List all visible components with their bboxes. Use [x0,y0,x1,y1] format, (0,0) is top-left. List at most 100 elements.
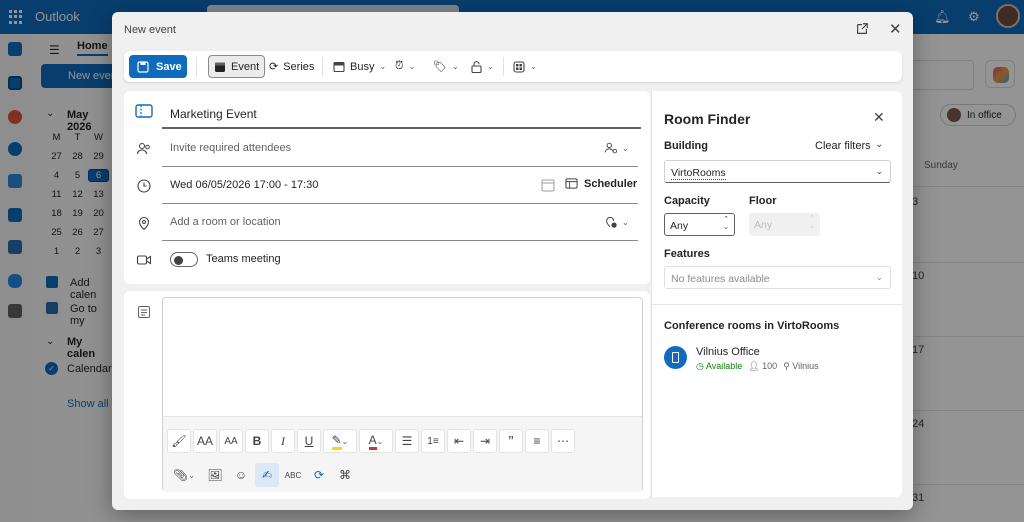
chevron-down-icon: ⌄ [622,217,629,227]
series-label: Series [283,60,315,73]
bullets-icon[interactable]: ☰ [395,429,419,453]
room-finder-button[interactable]: ⌄ [604,215,629,229]
emoji-icon[interactable]: ☺ [229,463,253,487]
insights-icon[interactable]: ⌘ [333,463,357,487]
attendees-input[interactable]: Invite required attendees [170,142,291,154]
increase-indent-icon[interactable]: ⇥ [473,429,497,453]
event-button[interactable]: Event [208,55,266,78]
save-icon [137,60,149,73]
teams-row: Teams meeting [124,241,650,278]
bold-icon[interactable]: B [245,429,269,453]
datetime-row: Wed 06/05/2026 17:00 - 17:30 Scheduler [124,167,650,204]
datetime-picker[interactable]: Wed 06/05/2026 17:00 - 17:30 [170,179,318,191]
scheduler-button[interactable]: Scheduler [565,177,637,190]
align-icon[interactable]: ≡ [525,429,549,453]
divider [196,57,197,76]
attach-icon[interactable]: 📎︎ ⌄ [167,463,201,487]
building-value: VirtoRooms [671,167,726,180]
font-icon[interactable]: A͏A [193,429,217,453]
show-as-icon [333,61,345,72]
ticket-icon [135,104,153,118]
apps-dropdown[interactable]: ⌄ [508,55,542,78]
capacity-stepper[interactable]: Any ⌃ ⌄ [664,213,735,236]
busy-label: Busy [350,60,375,73]
features-placeholder: No features available [671,273,770,285]
categorize-dropdown[interactable]: 🏷︎ ⌄ [428,55,464,78]
spelling-icon[interactable]: ABC [281,463,305,487]
availability-status: ◷ Available [696,361,743,371]
save-label: Save [156,60,182,73]
decrease-indent-icon[interactable]: ⇤ [447,429,471,453]
location-pin-icon [138,216,150,231]
chevron-down-icon[interactable]: ⌄ [875,139,883,150]
people-settings-icon [604,142,618,154]
building-select[interactable]: VirtoRooms ⌄ [664,160,891,183]
building-label: Building [664,140,708,152]
save-button[interactable]: Save [129,55,187,78]
calendar-icon[interactable] [541,178,555,192]
chevron-down-icon: ⌄ [451,62,459,71]
room-list-title: Conference rooms in VirtoRooms [664,320,840,332]
underline-icon[interactable]: U [297,429,321,453]
stepper-arrows-icon: ⌃ ⌄ [809,215,815,230]
teams-meeting-toggle[interactable] [170,252,198,267]
chevron-down-icon: ⌄ [875,272,883,282]
event-toolbar: Save Event ⟳ Series Busy ⌄ ⏰︎ ⌄ 🏷︎ ⌄ ⌄ ⌄ [124,51,902,82]
stepper-arrows-icon[interactable]: ⌃ ⌄ [723,216,729,232]
formatting-toolbar: 🖌︎ A͏A AA B I U ✎ ⌄ A ⌄ ☰ 1≡ ⇤ ⇥ ” ≡ ⋯ 📎… [163,416,642,492]
dialog-title: New event [124,24,176,36]
capacity-value: Any [670,220,689,232]
divider [652,304,903,305]
calendar-event-icon [215,62,225,72]
tag-icon: 🏷︎ [433,61,447,73]
room-finder-title: Room Finder [664,111,751,127]
repeat-icon: ⟳ [269,61,279,73]
reminder-dropdown[interactable]: ⏰︎ ⌄ [390,55,420,78]
series-button[interactable]: ⟳ Series [264,55,319,78]
location-input[interactable]: Add a room or location [170,216,281,228]
event-form: Marketing Event Invite required attendee… [124,91,650,284]
room-location: ⚲ Vilnius [783,361,819,371]
numbering-icon[interactable]: 1≡ [421,429,445,453]
popout-icon[interactable] [855,22,869,36]
more-options-icon[interactable]: ⋯ [551,429,575,453]
image-icon[interactable]: 🖼︎ [203,463,227,487]
room-capacity: 👤︎ 100 [748,361,778,371]
font-color-icon[interactable]: A ⌄ [359,429,393,453]
attendee-options-button[interactable]: ⌄ [604,141,629,155]
highlight-icon[interactable]: ✎ ⌄ [323,429,357,453]
italic-icon[interactable]: I [271,429,295,453]
close-icon[interactable]: ✕ [873,109,885,126]
teams-meeting-label: Teams meeting [206,253,281,265]
chevron-down-icon: ⌄ [530,62,537,71]
format-painter-icon[interactable]: 🖌︎ [167,429,191,453]
room-name: Vilnius Office [696,346,760,358]
floor-stepper: Any ⌃ ⌄ [749,213,820,236]
editor-icon[interactable]: ✍︎ [255,463,279,487]
close-icon[interactable]: ✕ [889,20,902,38]
features-label: Features [664,248,710,260]
sensitivity-dropdown[interactable]: ⌄ [466,55,499,78]
room-list-item[interactable]: Vilnius Office ◷ Available 👤︎ 100 ⚲ Viln… [664,344,891,374]
busy-dropdown[interactable]: Busy ⌄ [328,55,391,78]
font-size-icon[interactable]: AA [219,429,243,453]
scheduler-icon [565,178,578,189]
apps-icon [513,60,525,73]
chevron-down-icon: ⌄ [487,62,494,71]
event-label: Event [231,60,260,73]
room-finder-panel: Room Finder ✕ Building Clear filters ⌄ V… [651,91,903,497]
clock-icon [137,179,151,193]
floor-label: Floor [749,195,777,207]
title-input[interactable]: Marketing Event [162,96,641,129]
chevron-down-icon: ⌄ [622,143,629,153]
availability-label: Available [705,361,743,371]
room-meta: ◷ Available 👤︎ 100 ⚲ Vilnius [696,361,819,372]
clear-filters-button[interactable]: Clear filters [815,140,871,152]
loop-icon[interactable]: ⟳ [307,463,331,487]
notes-icon [138,306,150,318]
quote-icon[interactable]: ” [499,429,523,453]
people-add-icon [136,142,150,155]
title-row: Marketing Event [124,93,650,130]
body-editor[interactable]: 🖌︎ A͏A AA B I U ✎ ⌄ A ⌄ ☰ 1≡ ⇤ ⇥ ” ≡ ⋯ 📎… [162,297,643,492]
alarm-icon: ⏰︎ [395,60,404,72]
